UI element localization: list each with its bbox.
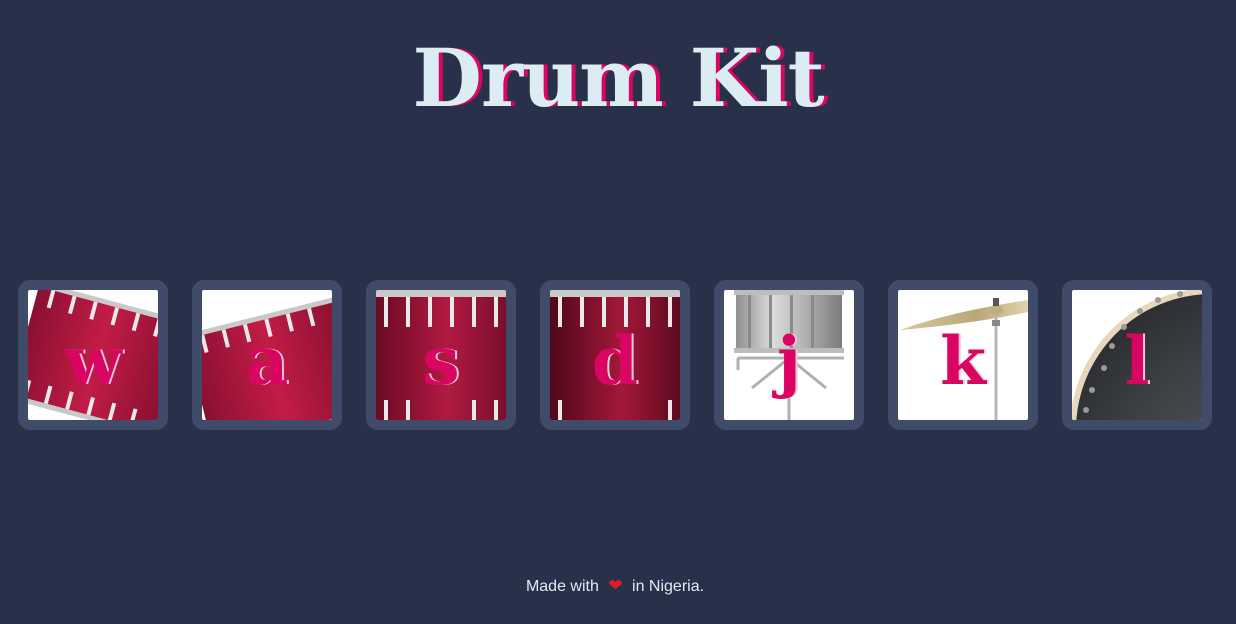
heart-icon: ❤	[608, 576, 623, 595]
drum-face: d	[550, 290, 680, 420]
drum-button-j[interactable]: j	[714, 280, 864, 430]
drum-key-label: j	[777, 322, 801, 400]
drum-face: j	[724, 290, 854, 420]
drum-button-l[interactable]: l	[1062, 280, 1212, 430]
drum-key-label: s	[422, 322, 460, 400]
drum-key-label: d	[591, 322, 639, 400]
drum-key-label: w	[64, 322, 122, 400]
drum-face: w	[28, 290, 158, 420]
drum-key-label: k	[940, 322, 986, 400]
drum-face: a	[202, 290, 332, 420]
drum-button-d[interactable]: d	[540, 280, 690, 430]
drum-set: w a s d j k l	[18, 280, 1212, 430]
footer: Made with ❤ in Nigeria.	[0, 576, 1230, 596]
footer-suffix: in Nigeria.	[632, 578, 705, 595]
drum-face: l	[1072, 290, 1202, 420]
page-title: Drum Kit	[412, 31, 824, 125]
drum-face: s	[376, 290, 506, 420]
drum-key-label: a	[245, 322, 289, 400]
drum-face: k	[898, 290, 1028, 420]
drum-button-s[interactable]: s	[366, 280, 516, 430]
drum-button-w[interactable]: w	[18, 280, 168, 430]
footer-prefix: Made with	[525, 578, 599, 595]
drum-key-label: l	[1124, 322, 1150, 400]
drum-button-a[interactable]: a	[192, 280, 342, 430]
drum-button-k[interactable]: k	[888, 280, 1038, 430]
